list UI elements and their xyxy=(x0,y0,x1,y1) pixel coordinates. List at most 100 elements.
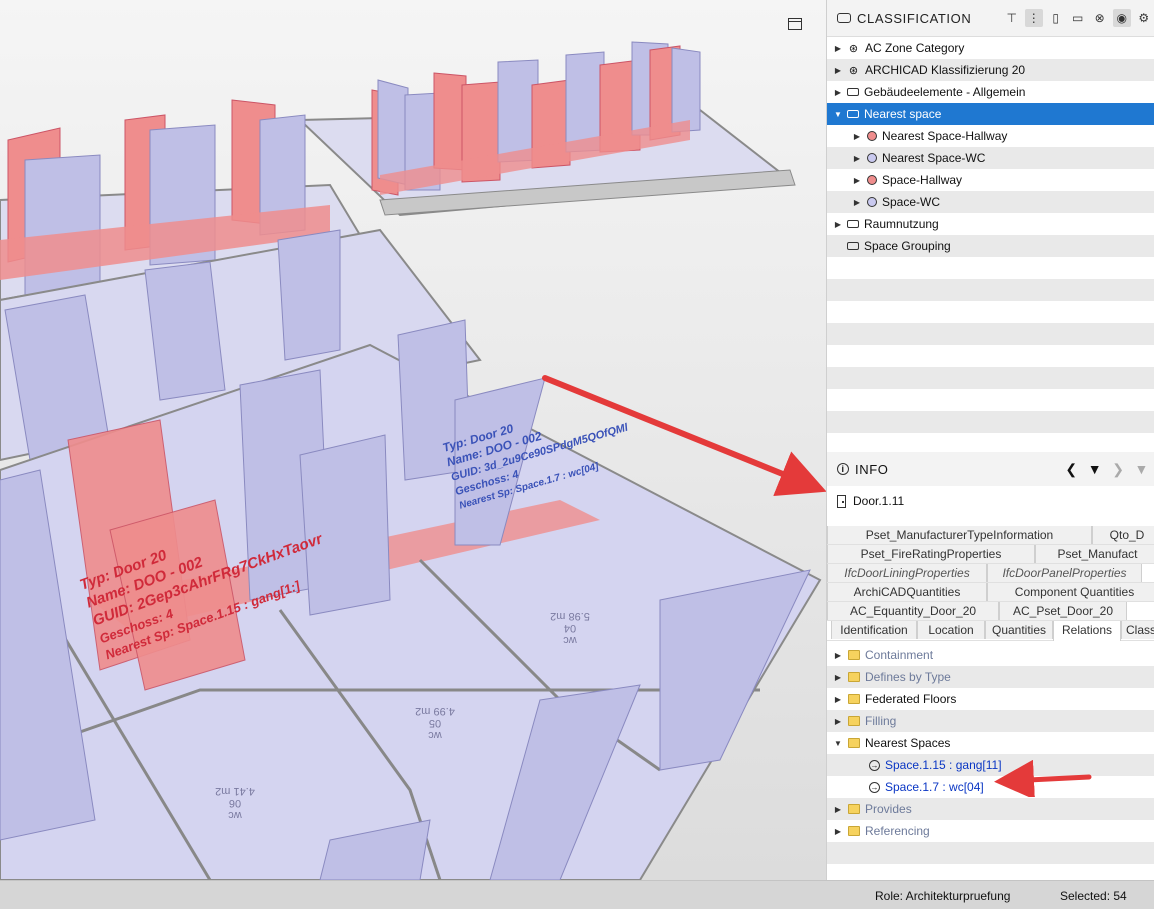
tab-classification[interactable]: Class xyxy=(1121,621,1154,639)
tag-icon xyxy=(847,220,859,228)
classification-item[interactable]: Space Grouping xyxy=(827,235,1154,257)
tab-pset-fire-rating[interactable]: Pset_FireRatingProperties xyxy=(827,545,1035,563)
collapsed-triangle-icon[interactable]: ▶ xyxy=(850,154,864,163)
relation-item[interactable]: ▶ Filling xyxy=(827,710,1154,732)
empty-row xyxy=(827,279,1154,301)
classification-system-icon: ⊛ xyxy=(848,42,859,55)
svg-text:wc: wc xyxy=(428,729,443,741)
collapsed-triangle-icon[interactable]: ▶ xyxy=(831,88,845,97)
door-icon xyxy=(837,494,846,508)
info-icon: i xyxy=(837,463,849,475)
classification-item[interactable]: ▶ ⊛ ARCHICAD Klassifizierung 20 xyxy=(827,59,1154,81)
relation-item[interactable]: ▶ Containment xyxy=(827,644,1154,666)
info-panel: i INFO ❮ ▼ ❯ ▼ Door.1.11 Pset_Manufactur… xyxy=(827,452,1154,880)
tab-qto-door[interactable]: Qto_D xyxy=(1092,526,1154,544)
back-arrow-icon[interactable]: ❮ xyxy=(1065,461,1077,478)
classification-item-label: Space-WC xyxy=(882,195,941,209)
collapsed-triangle-icon[interactable]: ▶ xyxy=(831,827,845,836)
empty-row xyxy=(827,301,1154,323)
info-title: INFO xyxy=(855,461,889,477)
tab-ac-equantity-door[interactable]: AC_Equantity_Door_20 xyxy=(827,602,999,620)
status-bar: Role: Architekturpruefung Selected: 54 xyxy=(0,880,1154,909)
svg-text:4.99 m2: 4.99 m2 xyxy=(415,705,455,717)
classification-item[interactable]: ▶ Nearest Space-Hallway xyxy=(827,125,1154,147)
tab-ifc-door-panel[interactable]: IfcDoorPanelProperties xyxy=(987,564,1142,582)
status-selected-count: Selected: 54 xyxy=(1060,889,1127,903)
folder-icon xyxy=(848,738,860,748)
dropdown-icon[interactable]: ▼ xyxy=(1088,461,1102,478)
relation-label: Containment xyxy=(865,648,934,662)
tab-quantities[interactable]: Quantities xyxy=(985,621,1053,639)
classification-item[interactable]: ▶ Nearest Space-WC xyxy=(827,147,1154,169)
classification-item[interactable]: ▶ Raumnutzung xyxy=(827,213,1154,235)
empty-row xyxy=(827,389,1154,411)
3d-viewport[interactable]: wc 04 5.98 m2 wc 05 4.99 m2 wc 06 4.41 m… xyxy=(0,0,826,880)
classification-item-label: Nearest Space-WC xyxy=(882,151,986,165)
relation-item[interactable]: ▶ Federated Floors xyxy=(827,688,1154,710)
tab-ifc-door-lining[interactable]: IfcDoorLiningProperties xyxy=(827,564,987,582)
svg-text:04: 04 xyxy=(564,622,576,634)
classification-item[interactable]: ▶ Space-WC xyxy=(827,191,1154,213)
tab-pset-manufacturer[interactable]: Pset_Manufact xyxy=(1035,545,1154,563)
model-canvas[interactable]: wc 04 5.98 m2 wc 05 4.99 m2 wc 06 4.41 m… xyxy=(0,0,826,880)
classification-system-icon: ⊛ xyxy=(848,64,859,77)
folder-icon xyxy=(848,672,860,682)
collapsed-triangle-icon[interactable]: ▶ xyxy=(850,198,864,207)
classification-item[interactable]: ▶ Gebäudeelemente - Allgemein xyxy=(827,81,1154,103)
relation-label: Nearest Spaces xyxy=(865,736,951,750)
classification-item-label: Space-Hallway xyxy=(882,173,963,187)
relation-item[interactable]: ▶ Referencing xyxy=(827,820,1154,842)
tab-archicad-quantities[interactable]: ArchiCADQuantities xyxy=(827,583,987,601)
maximize-icon[interactable] xyxy=(788,18,802,30)
tab-component-quantities[interactable]: Component Quantities xyxy=(987,583,1154,601)
empty-row xyxy=(827,345,1154,367)
open-folder-icon[interactable]: ▭ xyxy=(1069,9,1087,27)
hierarchy-icon[interactable]: ⋮ xyxy=(1025,9,1043,27)
collapsed-triangle-icon[interactable]: ▶ xyxy=(831,673,845,682)
tab-ac-pset-door[interactable]: AC_Pset_Door_20 xyxy=(999,602,1127,620)
classification-title: CLASSIFICATION xyxy=(857,10,972,26)
relation-item[interactable]: ▼ Nearest Spaces xyxy=(827,732,1154,754)
empty-row xyxy=(827,323,1154,345)
settings-icon[interactable]: ⚙ xyxy=(1135,9,1153,27)
collapsed-triangle-icon[interactable]: ▶ xyxy=(850,132,864,141)
tab-identification[interactable]: Identification xyxy=(831,621,917,639)
folder-icon xyxy=(848,826,860,836)
menu-icon[interactable]: ▼ xyxy=(1135,461,1149,478)
relation-item[interactable]: ▶ Provides xyxy=(827,798,1154,820)
classification-item[interactable]: ▶ ⊛ AC Zone Category xyxy=(827,37,1154,59)
expanded-triangle-icon[interactable]: ▼ xyxy=(831,739,845,748)
selected-object: Door.1.11 xyxy=(827,486,1154,516)
tag-icon xyxy=(837,13,851,23)
collapsed-triangle-icon[interactable]: ▶ xyxy=(831,695,845,704)
tab-location[interactable]: Location xyxy=(917,621,985,639)
classification-item-label: AC Zone Category xyxy=(865,41,965,55)
relation-label: Defines by Type xyxy=(865,670,951,684)
collapsed-triangle-icon[interactable]: ▶ xyxy=(850,176,864,185)
collapsed-triangle-icon[interactable]: ▶ xyxy=(831,220,845,229)
collapsed-triangle-icon[interactable]: ▶ xyxy=(831,44,845,53)
relation-label: Federated Floors xyxy=(865,692,957,706)
classification-item[interactable]: ▶ Space-Hallway xyxy=(827,169,1154,191)
folder-icon xyxy=(848,694,860,704)
tab-pset-manufacturer-type[interactable]: Pset_ManufacturerTypeInformation xyxy=(827,526,1092,544)
tag-icon xyxy=(847,110,859,118)
classification-item-label: Space Grouping xyxy=(864,239,951,253)
relation-item[interactable]: ▶ Defines by Type xyxy=(827,666,1154,688)
clear-icon[interactable]: ⊗ xyxy=(1091,9,1109,27)
collapsed-triangle-icon[interactable]: ▶ xyxy=(831,717,845,726)
folder-icon xyxy=(848,716,860,726)
collapsed-triangle-icon[interactable]: ▶ xyxy=(831,66,845,75)
expanded-triangle-icon[interactable]: ▼ xyxy=(831,110,845,119)
tree-structure-icon[interactable]: ⊤ xyxy=(1003,9,1021,27)
new-file-icon[interactable]: ▯ xyxy=(1047,9,1065,27)
svg-text:05: 05 xyxy=(429,717,441,729)
classification-item[interactable]: ▼ Nearest space xyxy=(827,103,1154,125)
classification-header: CLASSIFICATION ⊤ ⋮ ▯ ▭ ⊗ ◉ ⚙ xyxy=(827,0,1154,37)
visibility-icon[interactable]: ◉ xyxy=(1113,9,1131,27)
collapsed-triangle-icon[interactable]: ▶ xyxy=(831,651,845,660)
classification-item-label: Raumnutzung xyxy=(864,217,939,231)
collapsed-triangle-icon[interactable]: ▶ xyxy=(831,805,845,814)
tab-relations[interactable]: Relations xyxy=(1053,621,1121,641)
forward-arrow-icon[interactable]: ❯ xyxy=(1112,461,1124,478)
